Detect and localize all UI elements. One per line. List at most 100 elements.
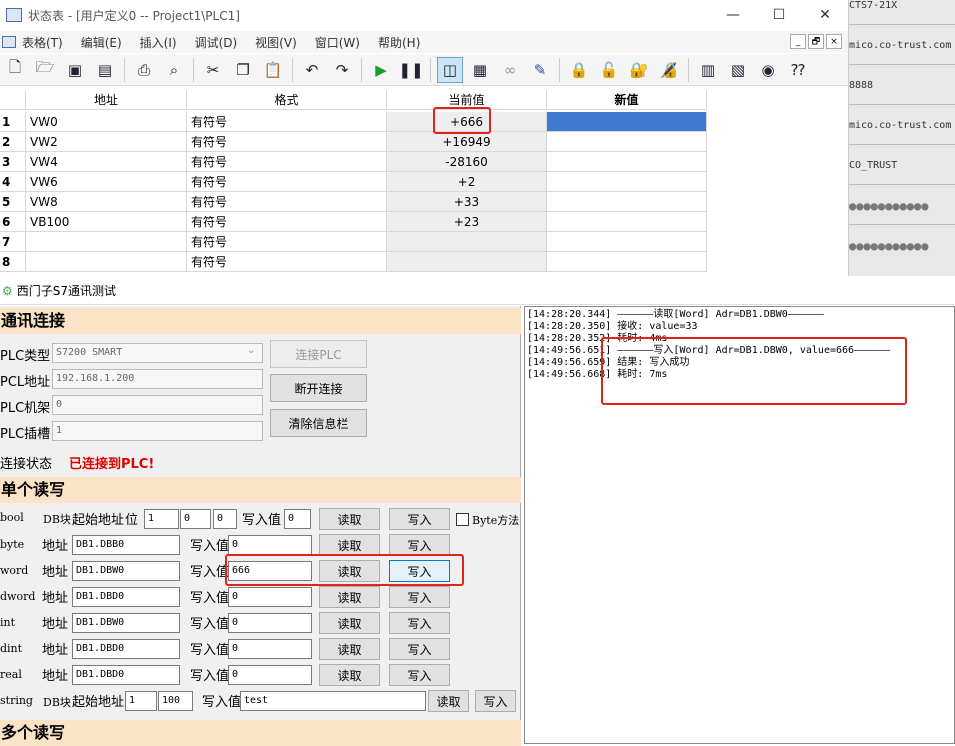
unforce-icon[interactable]: 🔏	[656, 57, 682, 83]
address-input[interactable]: DB1.DBD0	[72, 665, 180, 685]
address-cell[interactable]: VW4	[26, 152, 187, 172]
new-value-cell[interactable]	[547, 172, 707, 192]
slot-input[interactable]: 1	[52, 421, 263, 441]
table-status-icon[interactable]: ▦	[467, 57, 493, 83]
address-input[interactable]: DB1.DBD0	[72, 587, 180, 607]
byte-method-checkbox[interactable]	[456, 513, 469, 526]
length-input[interactable]: 100	[158, 691, 193, 711]
mdi-minimize-button[interactable]: _	[790, 34, 806, 49]
menu-view[interactable]: 视图(V)	[255, 34, 297, 51]
format-cell[interactable]: 有符号	[187, 132, 387, 152]
table-row[interactable]: 6 VB100 有符号 +23	[0, 212, 848, 232]
address-cell[interactable]: VW8	[26, 192, 187, 212]
address-cell[interactable]: VW0	[26, 112, 187, 132]
table-row[interactable]: 3 VW4 有符号 -28160	[0, 152, 848, 172]
table-row[interactable]: 7 有符号	[0, 232, 848, 252]
write-value-input[interactable]: 0	[284, 509, 311, 529]
address-input[interactable]: DB1.DBB0	[72, 535, 180, 555]
address-input[interactable]: DB1.DBW0	[72, 613, 180, 633]
db-input[interactable]: 1	[144, 509, 179, 529]
unlock-icon[interactable]: 🔓	[596, 57, 622, 83]
cut-icon[interactable]: ✂	[200, 57, 226, 83]
print-icon[interactable]: ⎙	[131, 57, 157, 83]
write-value-input[interactable]: test	[240, 691, 426, 711]
new-value-cell[interactable]	[547, 232, 707, 252]
write-value-input[interactable]: 0	[228, 665, 312, 685]
new-value-cell[interactable]	[547, 112, 707, 132]
read-icon[interactable]: ▥	[695, 57, 721, 83]
start-input[interactable]: 0	[180, 509, 211, 529]
plc-address-input[interactable]: 192.168.1.200	[52, 369, 263, 389]
write-button[interactable]: 写入	[389, 508, 450, 530]
format-cell[interactable]: 有符号	[187, 112, 387, 132]
rack-input[interactable]: 0	[52, 395, 263, 415]
new-value-cell[interactable]	[547, 192, 707, 212]
copy-icon[interactable]: ❐	[230, 57, 256, 83]
read-button[interactable]: 读取	[319, 534, 380, 556]
connect-plc-button[interactable]: 连接PLC	[270, 340, 367, 368]
stop-icon[interactable]: ❚❚	[398, 57, 424, 83]
help-icon[interactable]: ⁇	[785, 57, 811, 83]
disconnect-button[interactable]: 断开连接	[270, 374, 367, 402]
format-cell[interactable]: 有符号	[187, 212, 387, 232]
table-row[interactable]: 5 VW8 有符号 +33	[0, 192, 848, 212]
write-value-input[interactable]: 0	[228, 639, 312, 659]
menu-edit[interactable]: 编辑(E)	[81, 34, 122, 51]
write-value-input[interactable]: 0	[228, 535, 312, 555]
print-preview-icon[interactable]: ⌕	[161, 57, 187, 83]
new-value-cell[interactable]	[547, 132, 707, 152]
address-cell[interactable]	[26, 232, 187, 252]
write-icon[interactable]: ▧	[725, 57, 751, 83]
read-button[interactable]: 读取	[319, 586, 380, 608]
bit-input[interactable]: 0	[213, 509, 237, 529]
address-input[interactable]: DB1.DBD0	[72, 639, 180, 659]
read-button[interactable]: 读取	[428, 690, 469, 712]
force-lock-icon[interactable]: 🔐	[626, 57, 652, 83]
address-cell[interactable]: VW2	[26, 132, 187, 152]
format-cell[interactable]: 有符号	[187, 152, 387, 172]
chevron-down-icon[interactable]: ⌄	[247, 345, 255, 356]
open-folder-icon[interactable]: 🗁	[32, 57, 58, 83]
write-button[interactable]: 写入	[389, 586, 450, 608]
table-row[interactable]: 2 VW2 有符号 +16949	[0, 132, 848, 152]
write-value-input[interactable]: 0	[228, 613, 312, 633]
new-value-cell[interactable]	[547, 212, 707, 232]
address-cell[interactable]	[26, 252, 187, 272]
pen-icon[interactable]: ✎	[527, 57, 553, 83]
clear-log-button[interactable]: 清除信息栏	[270, 409, 367, 437]
menu-insert[interactable]: 插入(I)	[140, 34, 177, 51]
new-value-cell[interactable]	[547, 252, 707, 272]
chart-status-icon[interactable]: ◫	[437, 56, 463, 83]
plc-type-select[interactable]: S7200 SMART	[52, 343, 263, 363]
new-file-icon[interactable]: 🗋	[2, 57, 28, 83]
write-button[interactable]: 写入	[389, 534, 450, 556]
menu-window[interactable]: 窗口(W)	[315, 34, 360, 51]
maximize-button[interactable]: ☐	[756, 0, 802, 30]
address-cell[interactable]: VB100	[26, 212, 187, 232]
format-cell[interactable]: 有符号	[187, 232, 387, 252]
undo-icon[interactable]: ↶	[299, 57, 325, 83]
run-icon[interactable]: ▶	[368, 57, 394, 83]
read-button[interactable]: 读取	[319, 612, 380, 634]
close-button[interactable]: ✕	[802, 0, 848, 30]
menu-debug[interactable]: 调试(D)	[195, 34, 238, 51]
write-button[interactable]: 写入	[389, 664, 450, 686]
write-value-input[interactable]: 0	[228, 587, 312, 607]
write-button[interactable]: 写入	[389, 612, 450, 634]
address-cell[interactable]: VW6	[26, 172, 187, 192]
menu-table[interactable]: 表格(T)	[22, 34, 63, 51]
format-cell[interactable]: 有符号	[187, 172, 387, 192]
read-button[interactable]: 读取	[319, 638, 380, 660]
format-cell[interactable]: 有符号	[187, 252, 387, 272]
menu-help[interactable]: 帮助(H)	[378, 34, 420, 51]
new-value-cell[interactable]	[547, 152, 707, 172]
format-cell[interactable]: 有符号	[187, 192, 387, 212]
read-button[interactable]: 读取	[319, 508, 380, 530]
table-row[interactable]: 1 VW0 有符号 +666	[0, 112, 848, 132]
save-all-icon[interactable]: ▤	[92, 57, 118, 83]
save-icon[interactable]: ▣	[62, 57, 88, 83]
redo-icon[interactable]: ↷	[329, 57, 355, 83]
glasses-icon[interactable]: ∞	[497, 57, 523, 83]
write-button[interactable]: 写入	[475, 690, 516, 712]
table-row[interactable]: 8 有符号	[0, 252, 848, 272]
